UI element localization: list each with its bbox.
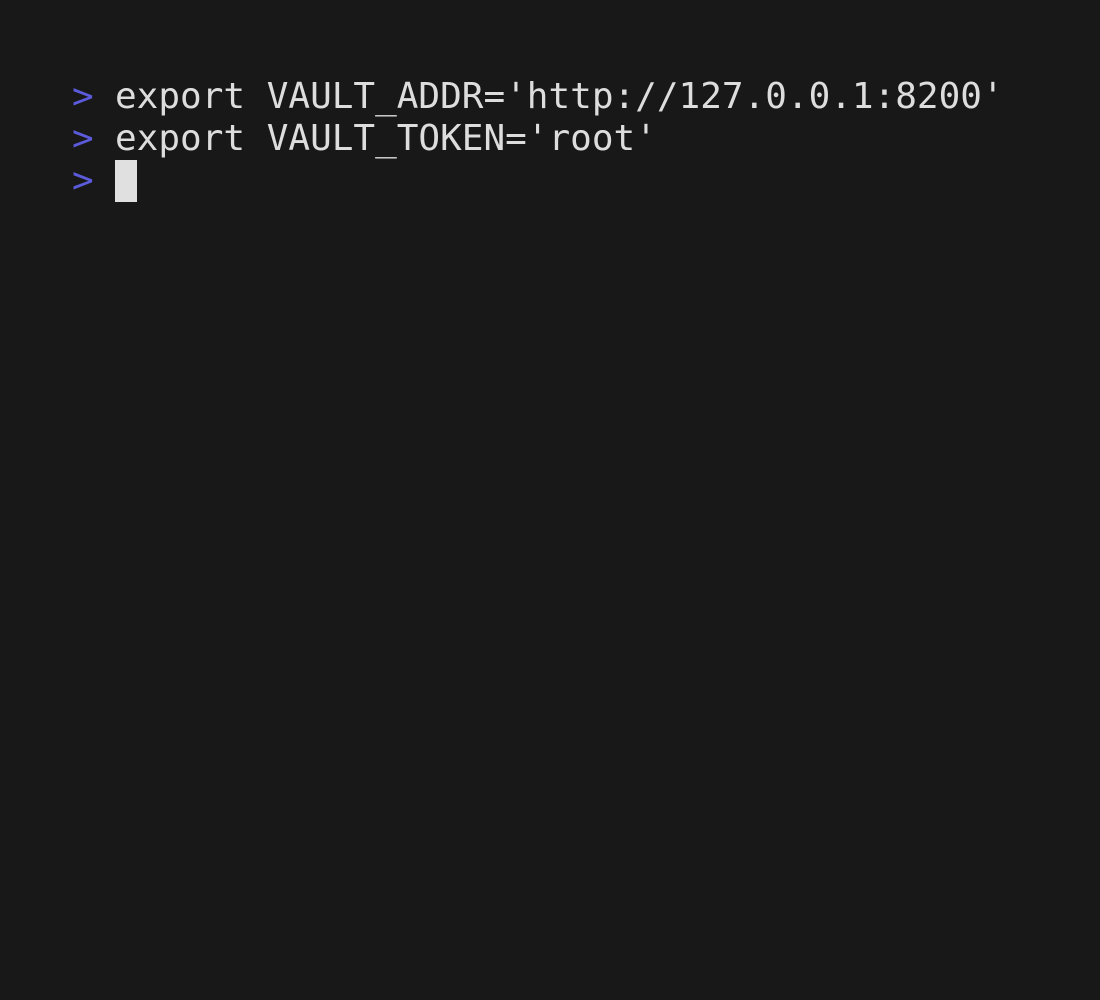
prompt-symbol: > — [72, 76, 94, 117]
command-text: export VAULT_TOKEN='root' — [115, 118, 657, 159]
text-cursor — [115, 160, 137, 202]
terminal-line: > export VAULT_ADDR='http://127.0.0.1:82… — [72, 76, 1100, 118]
terminal-window[interactable]: > export VAULT_ADDR='http://127.0.0.1:82… — [0, 0, 1100, 1000]
prompt-symbol: > — [72, 160, 94, 201]
terminal-line: > export VAULT_TOKEN='root' — [72, 118, 1100, 160]
terminal-input-line[interactable]: > — [72, 160, 1100, 202]
command-text: export VAULT_ADDR='http://127.0.0.1:8200… — [115, 76, 1004, 117]
prompt-symbol: > — [72, 118, 94, 159]
